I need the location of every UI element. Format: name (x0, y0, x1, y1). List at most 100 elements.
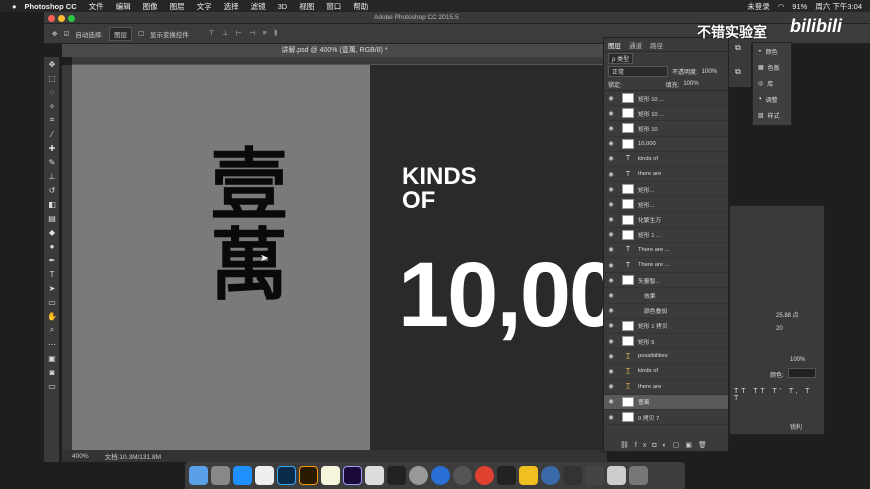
app2-icon[interactable] (563, 466, 582, 485)
stamp-icon[interactable]: ⊥ (44, 169, 60, 183)
type-icon[interactable]: T (44, 267, 60, 281)
doc-size[interactable]: 文档:10.3M/131.8M (105, 451, 161, 461)
layer-row[interactable]: ◉ T̲ possibilities (604, 349, 728, 365)
layer-row[interactable]: ◉ 颜色叠加 (604, 304, 728, 319)
layer-name[interactable]: 壹萬 (638, 397, 650, 406)
activity-icon[interactable] (585, 466, 604, 485)
eraser-icon[interactable]: ◧ (44, 197, 60, 211)
visibility-eye-icon[interactable]: ◉ (604, 246, 618, 253)
visibility-eye-icon[interactable]: ◉ (604, 338, 618, 345)
quickmask-icon[interactable]: ◙ (44, 365, 60, 379)
show-transform-checkbox[interactable]: ☐ (138, 30, 144, 38)
auto-select-checkbox[interactable]: ☑ (63, 30, 69, 38)
layer-row[interactable]: ◉ Tthere are (604, 167, 728, 183)
layer-name[interactable]: 矩形 1 ... (638, 230, 661, 239)
layer-name[interactable]: kinds of (638, 368, 658, 374)
browser-icon[interactable] (541, 466, 560, 485)
visibility-eye-icon[interactable]: ◉ (604, 383, 618, 390)
layer-row[interactable]: ◉ 矩形 10 ... (604, 91, 728, 107)
layer-row[interactable]: ◉ 矩形 1 ... (604, 228, 728, 243)
swatches-panel-item[interactable]: ▦ 色板 (753, 59, 791, 75)
styles-panel-item[interactable]: ▧ 样式 (753, 107, 791, 123)
layer-row[interactable]: ◉ T̲ there are (604, 380, 728, 395)
menu-filter[interactable]: 滤镜 (251, 1, 266, 12)
visibility-eye-icon[interactable]: ◉ (604, 125, 618, 132)
history-brush-icon[interactable]: ↺ (44, 183, 60, 197)
brush-icon[interactable]: ✎ (44, 155, 60, 169)
more-tools-icon[interactable]: ⋯ (44, 337, 60, 351)
app-menu[interactable]: Photoshop CC (25, 2, 77, 11)
scale-field[interactable]: 100% (790, 357, 805, 363)
move-icon[interactable]: ✥ (44, 57, 60, 71)
finder-icon[interactable] (189, 466, 208, 485)
menu-layer[interactable]: 图层 (170, 1, 185, 12)
clock[interactable]: 周六 下午3:04 (815, 1, 862, 12)
properties-icon[interactable]: ⧉ (735, 43, 741, 53)
color-swatch-icon[interactable]: ▣ (44, 351, 60, 365)
calendar-icon[interactable] (255, 466, 274, 485)
lasso-icon[interactable]: ◌ (44, 85, 60, 99)
terminal-icon[interactable] (387, 466, 406, 485)
visibility-eye-icon[interactable]: ◉ (604, 262, 618, 269)
visibility-eye-icon[interactable]: ◉ (604, 171, 618, 178)
photoshop-icon[interactable] (277, 466, 296, 485)
zoom-button[interactable] (68, 15, 75, 22)
close-button[interactable] (48, 15, 55, 22)
qq-icon[interactable] (497, 466, 516, 485)
tab-channels[interactable]: 通道 (629, 40, 642, 50)
layer-row[interactable]: ◉ T̲ kinds of (604, 364, 728, 380)
trash-icon[interactable] (629, 466, 648, 485)
visibility-eye-icon[interactable]: ◉ (604, 277, 618, 284)
tab-layers[interactable]: 图层 (608, 40, 621, 50)
layer-name[interactable]: 矢量智... (638, 276, 660, 285)
apple-icon[interactable]: ● (12, 2, 17, 11)
layer-name[interactable]: kinds of (638, 156, 658, 162)
visibility-eye-icon[interactable]: ◉ (604, 368, 618, 375)
launchpad-icon[interactable] (211, 466, 230, 485)
eyedropper-icon[interactable]: ⁄ (44, 127, 60, 141)
layer-name[interactable]: possibilities (638, 353, 668, 359)
visibility-eye-icon[interactable]: ◉ (604, 201, 618, 208)
layer-name[interactable]: 矩形... (638, 200, 654, 209)
libraries-panel-item[interactable]: ◎ 库 (753, 75, 791, 91)
layer-row[interactable]: ◉ 0 拷贝 7 (604, 410, 728, 426)
menu-help[interactable]: 帮助 (353, 1, 368, 12)
move-tool-icon[interactable]: ✥ (52, 30, 57, 38)
layer-row[interactable]: ◉ 矩形 1 拷贝 (604, 319, 728, 334)
camera-icon[interactable] (453, 466, 472, 485)
layer-row[interactable]: ◉ 矢量智... (604, 273, 728, 289)
canvas-artboard-right[interactable]: KINDS OF 10,00 (370, 65, 607, 450)
menu-window[interactable]: 窗口 (326, 1, 341, 12)
color-panel-item[interactable]: ◒ 颜色 (753, 43, 791, 59)
text-color-swatch[interactable] (788, 368, 816, 378)
visibility-eye-icon[interactable]: ◉ (604, 292, 618, 299)
layer-name[interactable]: 矩形 9 (638, 337, 654, 346)
crop-icon[interactable]: ⌗ (44, 113, 60, 127)
window-icon[interactable] (607, 466, 626, 485)
layer-name[interactable]: there are (638, 384, 661, 390)
layer-row[interactable]: ◉ 矩形 10 (604, 121, 728, 137)
visibility-eye-icon[interactable]: ◉ (604, 353, 618, 360)
rectangle-icon[interactable]: ▭ (44, 295, 60, 309)
layer-name[interactable]: There are ... (638, 262, 670, 268)
visibility-eye-icon[interactable]: ◉ (604, 414, 618, 421)
hand-icon[interactable]: ✋ (44, 309, 60, 323)
pen-icon[interactable]: ✒ (44, 253, 60, 267)
fill-value[interactable]: 100% (683, 81, 698, 87)
preview-icon[interactable] (365, 466, 384, 485)
dodge-icon[interactable]: ● (44, 239, 60, 253)
layer-name[interactable]: 矩形 10 (638, 124, 658, 133)
visibility-eye-icon[interactable]: ◉ (604, 398, 618, 405)
menu-select[interactable]: 选择 (224, 1, 239, 12)
layer-name[interactable]: 化繁生万 (638, 215, 661, 224)
align-icons[interactable]: ⊤ ⊥ ⊢ ⊣ ≡ ⫼ (209, 29, 280, 38)
battery-level[interactable]: 91% (792, 2, 807, 11)
menu-type[interactable]: 文字 (197, 1, 212, 12)
layer-name[interactable]: 矩形 10 ... (638, 109, 664, 118)
healing-icon[interactable]: ✚ (44, 141, 60, 155)
layer-row[interactable]: ◉ 化繁生万 (604, 213, 728, 228)
visibility-eye-icon[interactable]: ◉ (604, 307, 618, 314)
layer-name[interactable]: 效果 (644, 291, 656, 300)
menu-image[interactable]: 图像 (143, 1, 158, 12)
menu-edit[interactable]: 编辑 (116, 1, 131, 12)
